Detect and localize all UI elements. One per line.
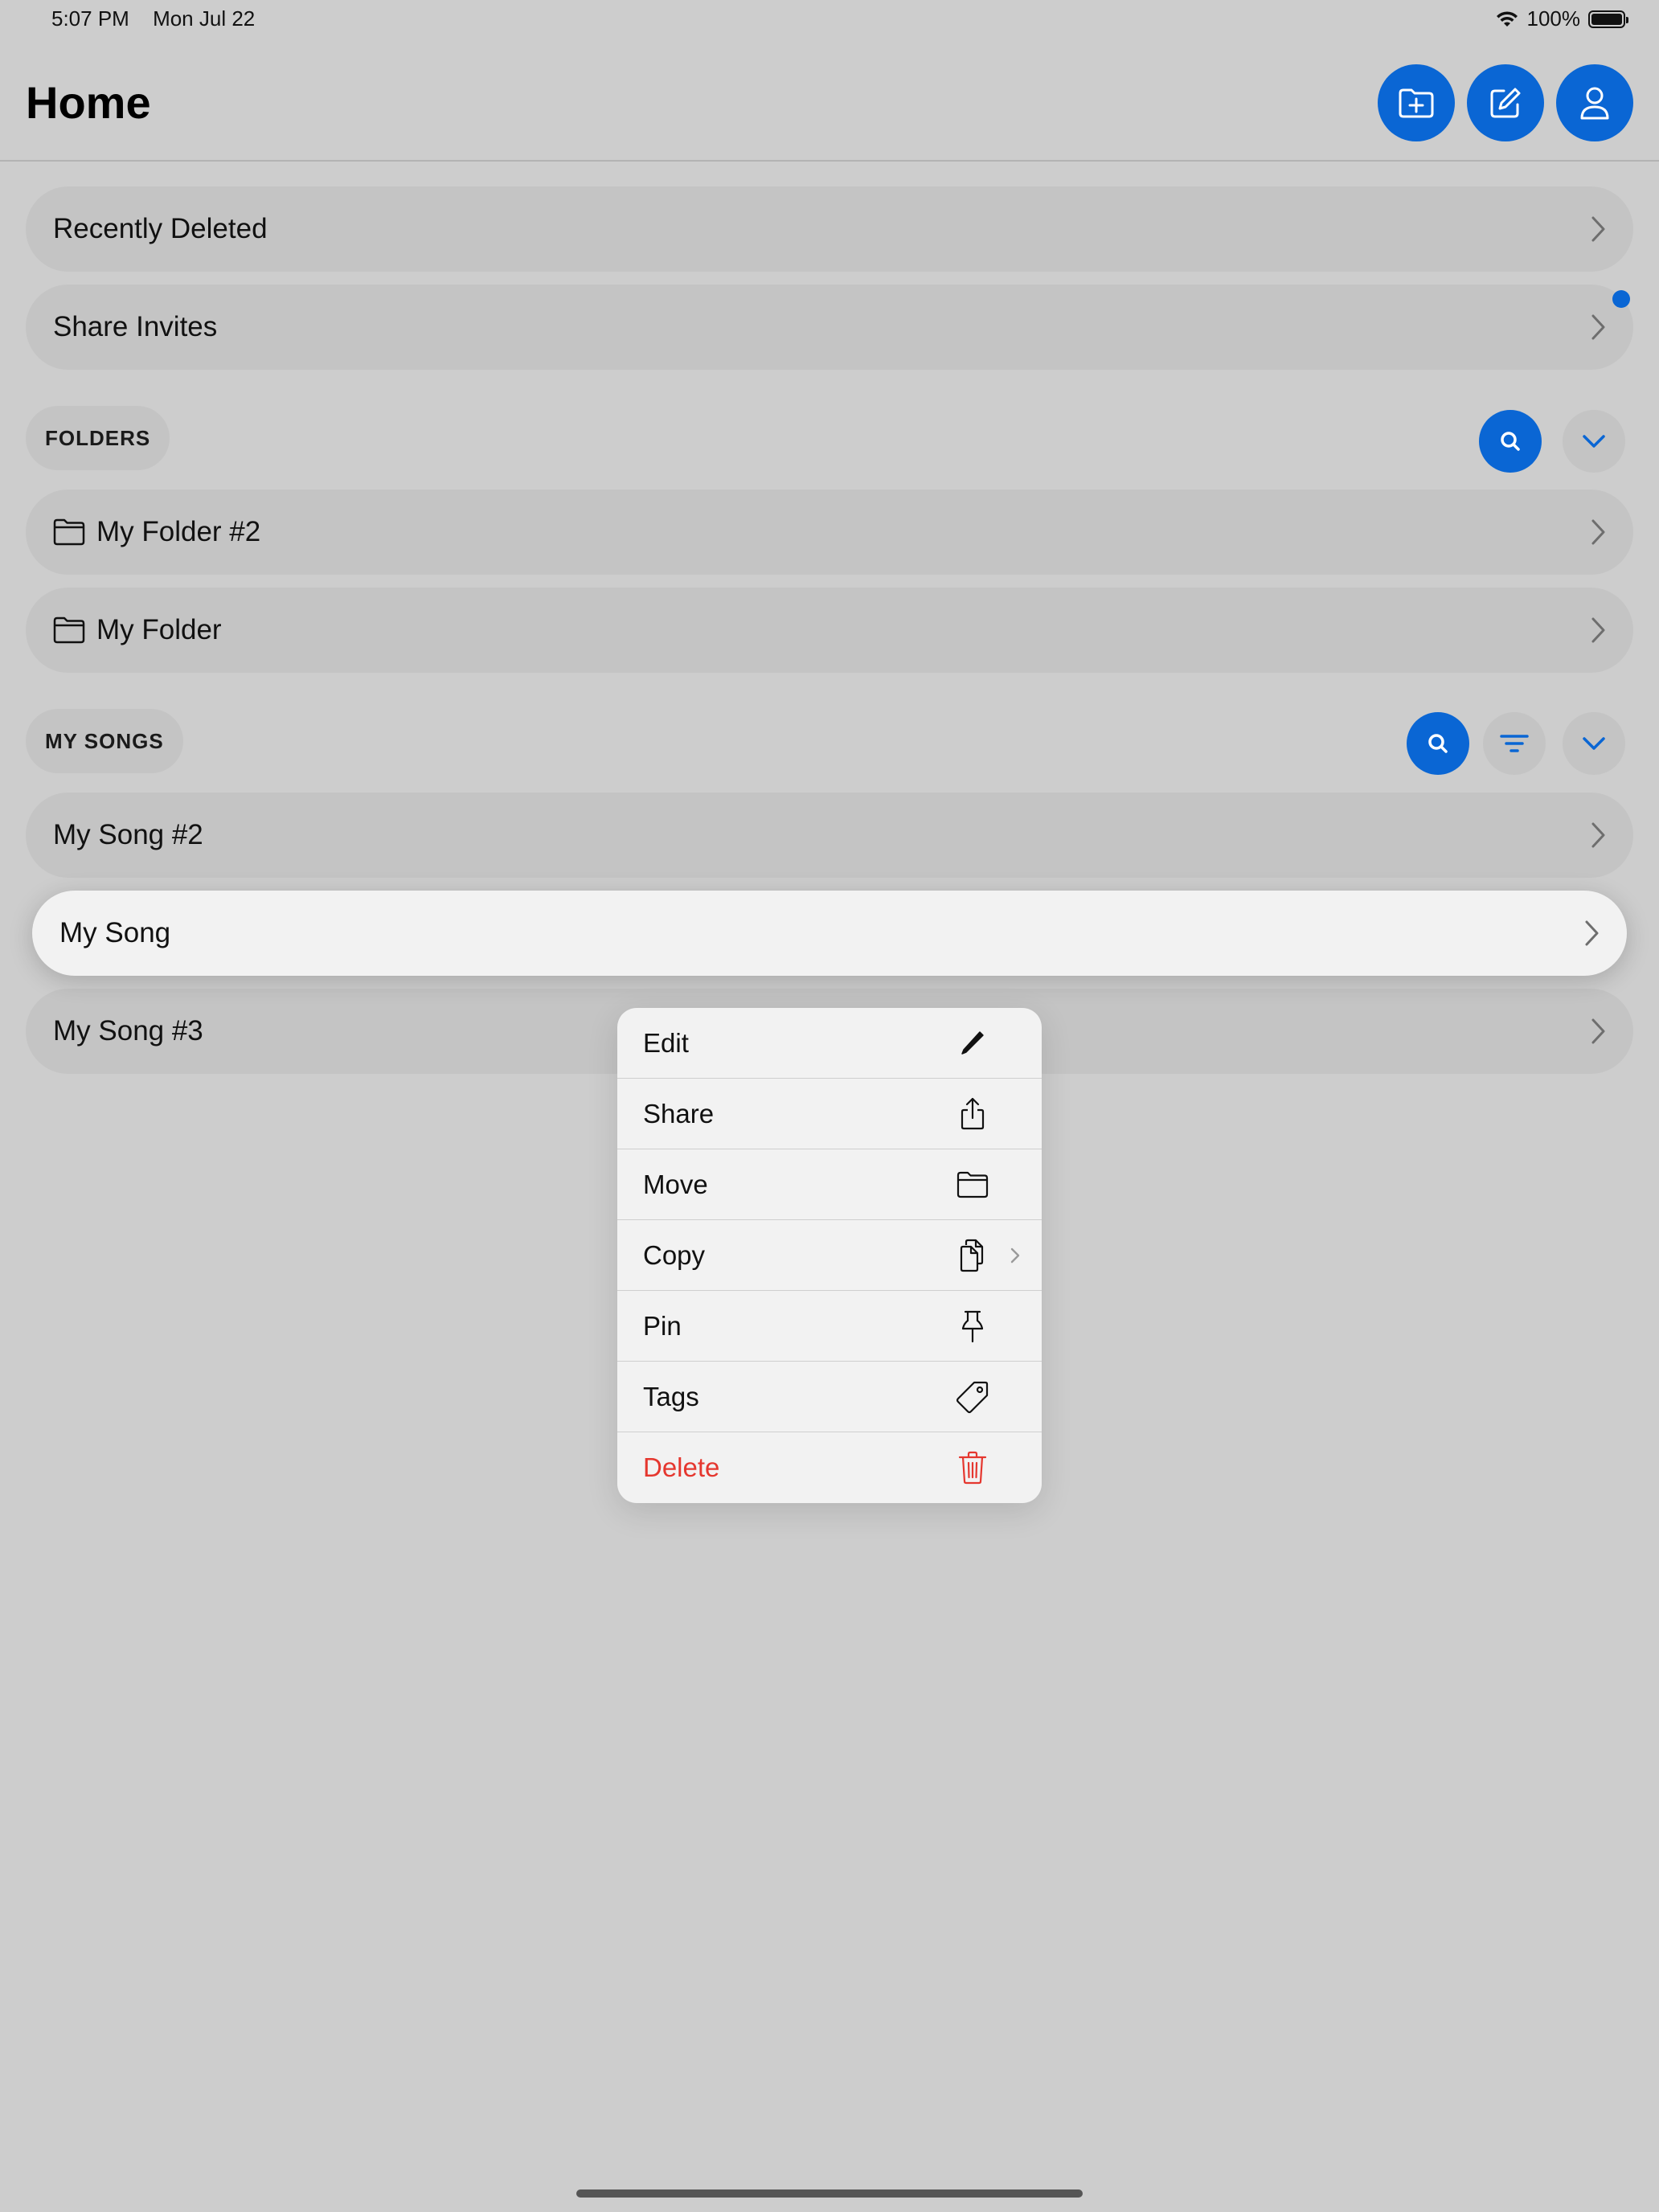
wifi-icon [1496,10,1518,27]
pin-icon [961,1310,984,1343]
menu-item-delete[interactable]: Delete [617,1432,1042,1503]
header-divider [0,160,1659,162]
chevron-right-icon [1585,920,1599,946]
status-bar: 5:07 PM Mon Jul 22 100% [0,0,1659,39]
share-invites-row[interactable]: Share Invites [26,285,1633,370]
menu-item-tags[interactable]: Tags [617,1362,1042,1432]
row-label: My Song [59,917,171,948]
status-time: 5:07 PM [51,6,129,31]
row-label: My Folder #2 [96,516,261,547]
chevron-right-icon [1591,822,1605,848]
row-label: Share Invites [53,311,218,342]
person-icon [1580,87,1609,120]
compose-button[interactable] [1467,64,1544,141]
chevron-right-icon [1591,1018,1605,1044]
home-indicator[interactable] [576,2189,1083,2198]
status-date: Mon Jul 22 [153,6,256,31]
songs-search-button[interactable] [1407,712,1469,775]
folders-collapse-button[interactable] [1563,410,1625,473]
context-menu: Edit Share Move Copy Pin Tags Delete [617,1008,1042,1503]
share-icon [961,1097,985,1130]
chevron-right-icon [1591,216,1605,242]
sort-filter-icon [1500,735,1529,752]
menu-item-copy[interactable]: Copy [617,1220,1042,1291]
chevron-down-icon [1583,435,1605,448]
folder-icon [53,518,85,546]
focused-song-row[interactable]: My Song [32,891,1627,976]
menu-item-pin[interactable]: Pin [617,1291,1042,1362]
chevron-right-icon [1591,617,1605,643]
chevron-right-icon [1591,519,1605,545]
chevron-right-icon [1010,1247,1020,1264]
row-label: Recently Deleted [53,213,268,244]
row-label: My Song #2 [53,819,203,850]
battery-percent: 100% [1526,6,1581,31]
folder-icon [956,1171,989,1198]
status-right: 100% [1495,6,1628,31]
menu-item-edit[interactable]: Edit [617,1008,1042,1079]
menu-item-share[interactable]: Share [617,1079,1042,1149]
songs-collapse-button[interactable] [1563,712,1625,775]
search-icon [1501,432,1520,451]
song-row[interactable]: My Song #2 [26,793,1633,878]
notification-badge [1612,290,1630,308]
chevron-right-icon [1591,314,1605,340]
folders-section-header: FOLDERS [26,406,170,470]
new-folder-icon [1399,88,1434,118]
row-label: My Folder [96,614,222,645]
recently-deleted-row[interactable]: Recently Deleted [26,186,1633,272]
status-time-date: 5:07 PM Mon Jul 22 [51,6,255,31]
screen: 5:07 PM Mon Jul 22 100% Home Recently De… [0,0,1659,2212]
songs-section-header: MY SONGS [26,709,183,773]
search-icon [1428,734,1448,753]
trash-icon [958,1451,987,1485]
chevron-down-icon [1583,737,1605,750]
folder-icon [53,616,85,644]
compose-icon [1490,88,1521,118]
folder-row[interactable]: My Folder #2 [26,490,1633,575]
menu-item-move[interactable]: Move [617,1149,1042,1220]
page-title: Home [26,77,151,128]
battery-icon [1588,10,1628,28]
copy-icon [960,1239,984,1272]
tag-icon [956,1381,989,1414]
pencil-icon [961,1031,984,1055]
folders-search-button[interactable] [1479,410,1542,473]
profile-button[interactable] [1556,64,1633,141]
new-folder-button[interactable] [1378,64,1455,141]
folder-row[interactable]: My Folder [26,588,1633,673]
songs-sort-button[interactable] [1483,712,1546,775]
